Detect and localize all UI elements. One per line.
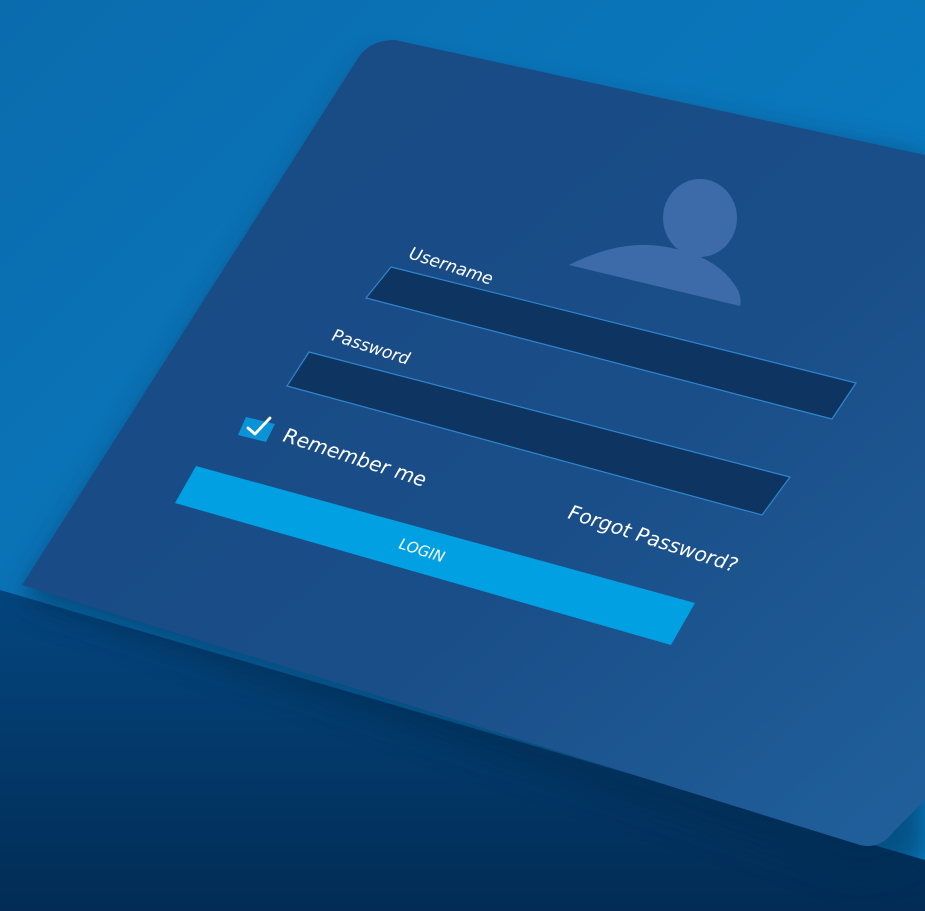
login-scene: Username Password Remember me Forgot Pas… bbox=[0, 0, 925, 911]
